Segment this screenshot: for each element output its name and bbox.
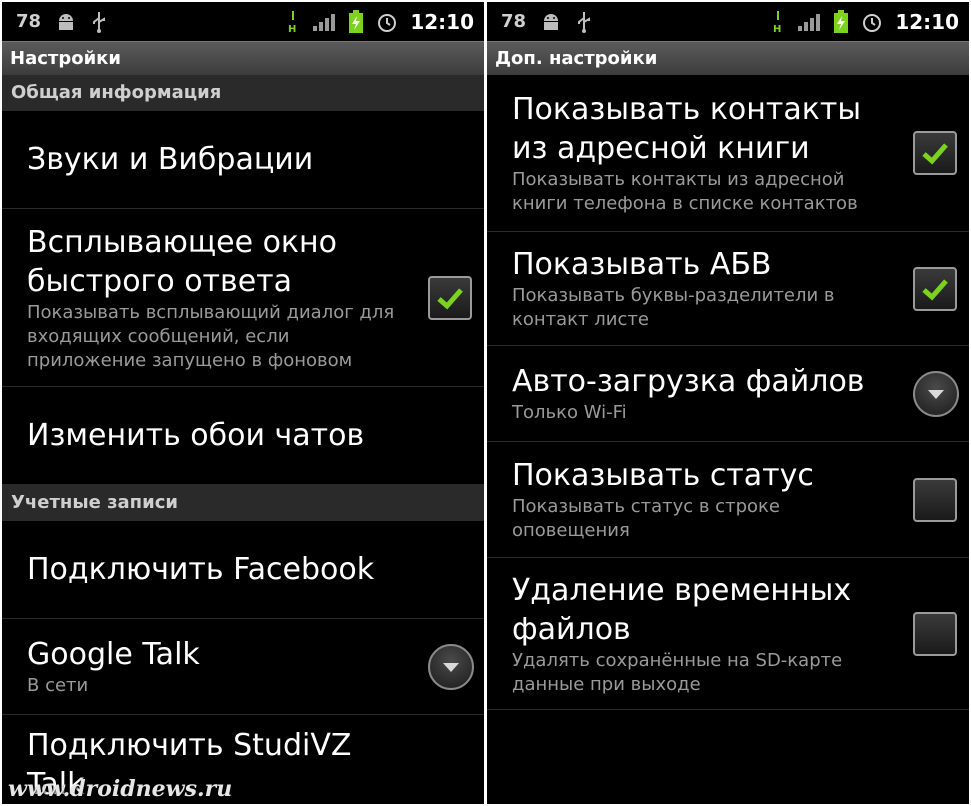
screen-title: Доп. настройки [487,41,969,75]
section-general: Общая информация [2,75,484,111]
signal-icon [797,12,821,32]
sounds-vibration-item[interactable]: Звуки и Вибрации [2,111,484,209]
settings-screen: 78 H 12:10 Настройки Общая информация Зв… [2,2,484,804]
item-summary-line2: входящих сообщений, если [27,325,290,347]
item-title-line1: Удаление временных [512,572,852,608]
dropdown-arrow-icon [442,661,460,673]
checkmark-icon [921,141,949,165]
delete-temp-files-item[interactable]: Удаление временных файлов Удалять сохран… [487,558,969,710]
usb-icon [91,10,107,34]
item-summary-line2: данные при выходе [512,673,701,695]
item-title: Google Talk [27,637,200,672]
item-title-line2: быстрого ответа [27,263,293,299]
watermark: www.droidnews.ru [8,776,233,802]
battery-level-text: 78 [16,11,42,32]
usb-icon [576,10,592,34]
google-talk-item[interactable]: Google Talk В сети [2,619,484,715]
item-summary-line1: Показывать контакты из адресной [512,169,845,190]
svg-text:H: H [773,24,781,34]
item-summary-line1: Показывать всплывающий диалог для [27,301,395,323]
item-summary-line2: контакт листе [512,309,649,330]
item-title: Показывать АБВ [512,247,772,282]
show-contacts-checkbox[interactable] [913,131,957,175]
status-bar: 78 H 12:10 [2,2,484,41]
item-title-line2: файлов [512,611,631,647]
item-title: Изменить обои чатов [27,418,365,453]
item-title: Авто-загрузка файлов [512,364,865,399]
clock: 12:10 [410,9,474,34]
show-status-checkbox[interactable] [913,477,957,522]
android-icon [55,12,77,32]
quick-reply-checkbox[interactable] [428,275,472,320]
clock: 12:10 [895,9,959,34]
signal-icon [312,12,336,32]
item-summary-line1: Удалять сохранённые на SD-карте [512,649,843,671]
battery-charging-icon [348,9,364,34]
show-abc-checkbox[interactable] [913,266,957,311]
hspa-icon: H [771,10,785,34]
dropdown-arrow-icon [927,388,945,400]
android-icon [540,12,562,32]
item-summary-line1: Показывать статус в строке [512,496,780,517]
delete-temp-files-checkbox[interactable] [913,611,957,656]
item-summary: Только Wi-Fi [512,402,627,423]
connect-facebook-item[interactable]: Подключить Facebook [2,521,484,619]
item-summary-line1: Показывать буквы-разделители в [512,285,835,306]
auto-download-dropdown[interactable] [913,370,959,417]
svg-text:H: H [288,24,296,34]
google-talk-dropdown[interactable] [428,643,474,690]
item-title: Звуки и Вибрации [27,142,314,177]
quick-reply-popup-item[interactable]: Всплывающее окно быстрого ответа Показыв… [2,209,484,387]
item-summary-line2: книги телефона в списке контактов [512,193,858,214]
item-title-line1: Показывать контакты [512,92,862,127]
item-title-line1: Всплывающее окно [27,224,338,260]
item-title-line2: из адресной книги [512,131,810,166]
checkmark-icon [436,286,464,310]
change-chat-wallpaper-item[interactable]: Изменить обои чатов [2,387,484,485]
alarm-icon [861,11,883,33]
item-title: Подключить Facebook [27,552,375,587]
screen-title: Настройки [2,41,484,75]
hspa-icon: H [286,10,300,34]
alarm-icon [376,11,398,33]
item-title: Показывать статус [512,458,814,493]
show-status-item[interactable]: Показывать статус Показывать статус в ст… [487,442,969,558]
section-accounts: Учетные записи [2,485,484,521]
item-summary-line2: оповещения [512,520,630,541]
battery-charging-icon [833,9,849,34]
item-summary: В сети [27,675,89,696]
auto-download-files-item[interactable]: Авто-загрузка файлов Только Wi-Fi [487,346,969,442]
show-abc-item[interactable]: Показывать АБВ Показывать буквы-разделит… [487,232,969,346]
checkmark-icon [921,277,949,301]
status-bar: 78 H 12:10 [487,2,969,41]
show-address-book-contacts-item[interactable]: Показывать контакты из адресной книги По… [487,75,969,232]
advanced-settings-screen: 78 H 12:10 Доп. настройки Показывать кон… [487,2,969,804]
battery-level-text: 78 [501,11,527,32]
item-summary-line3: приложение запущено в фоновом [27,349,353,371]
